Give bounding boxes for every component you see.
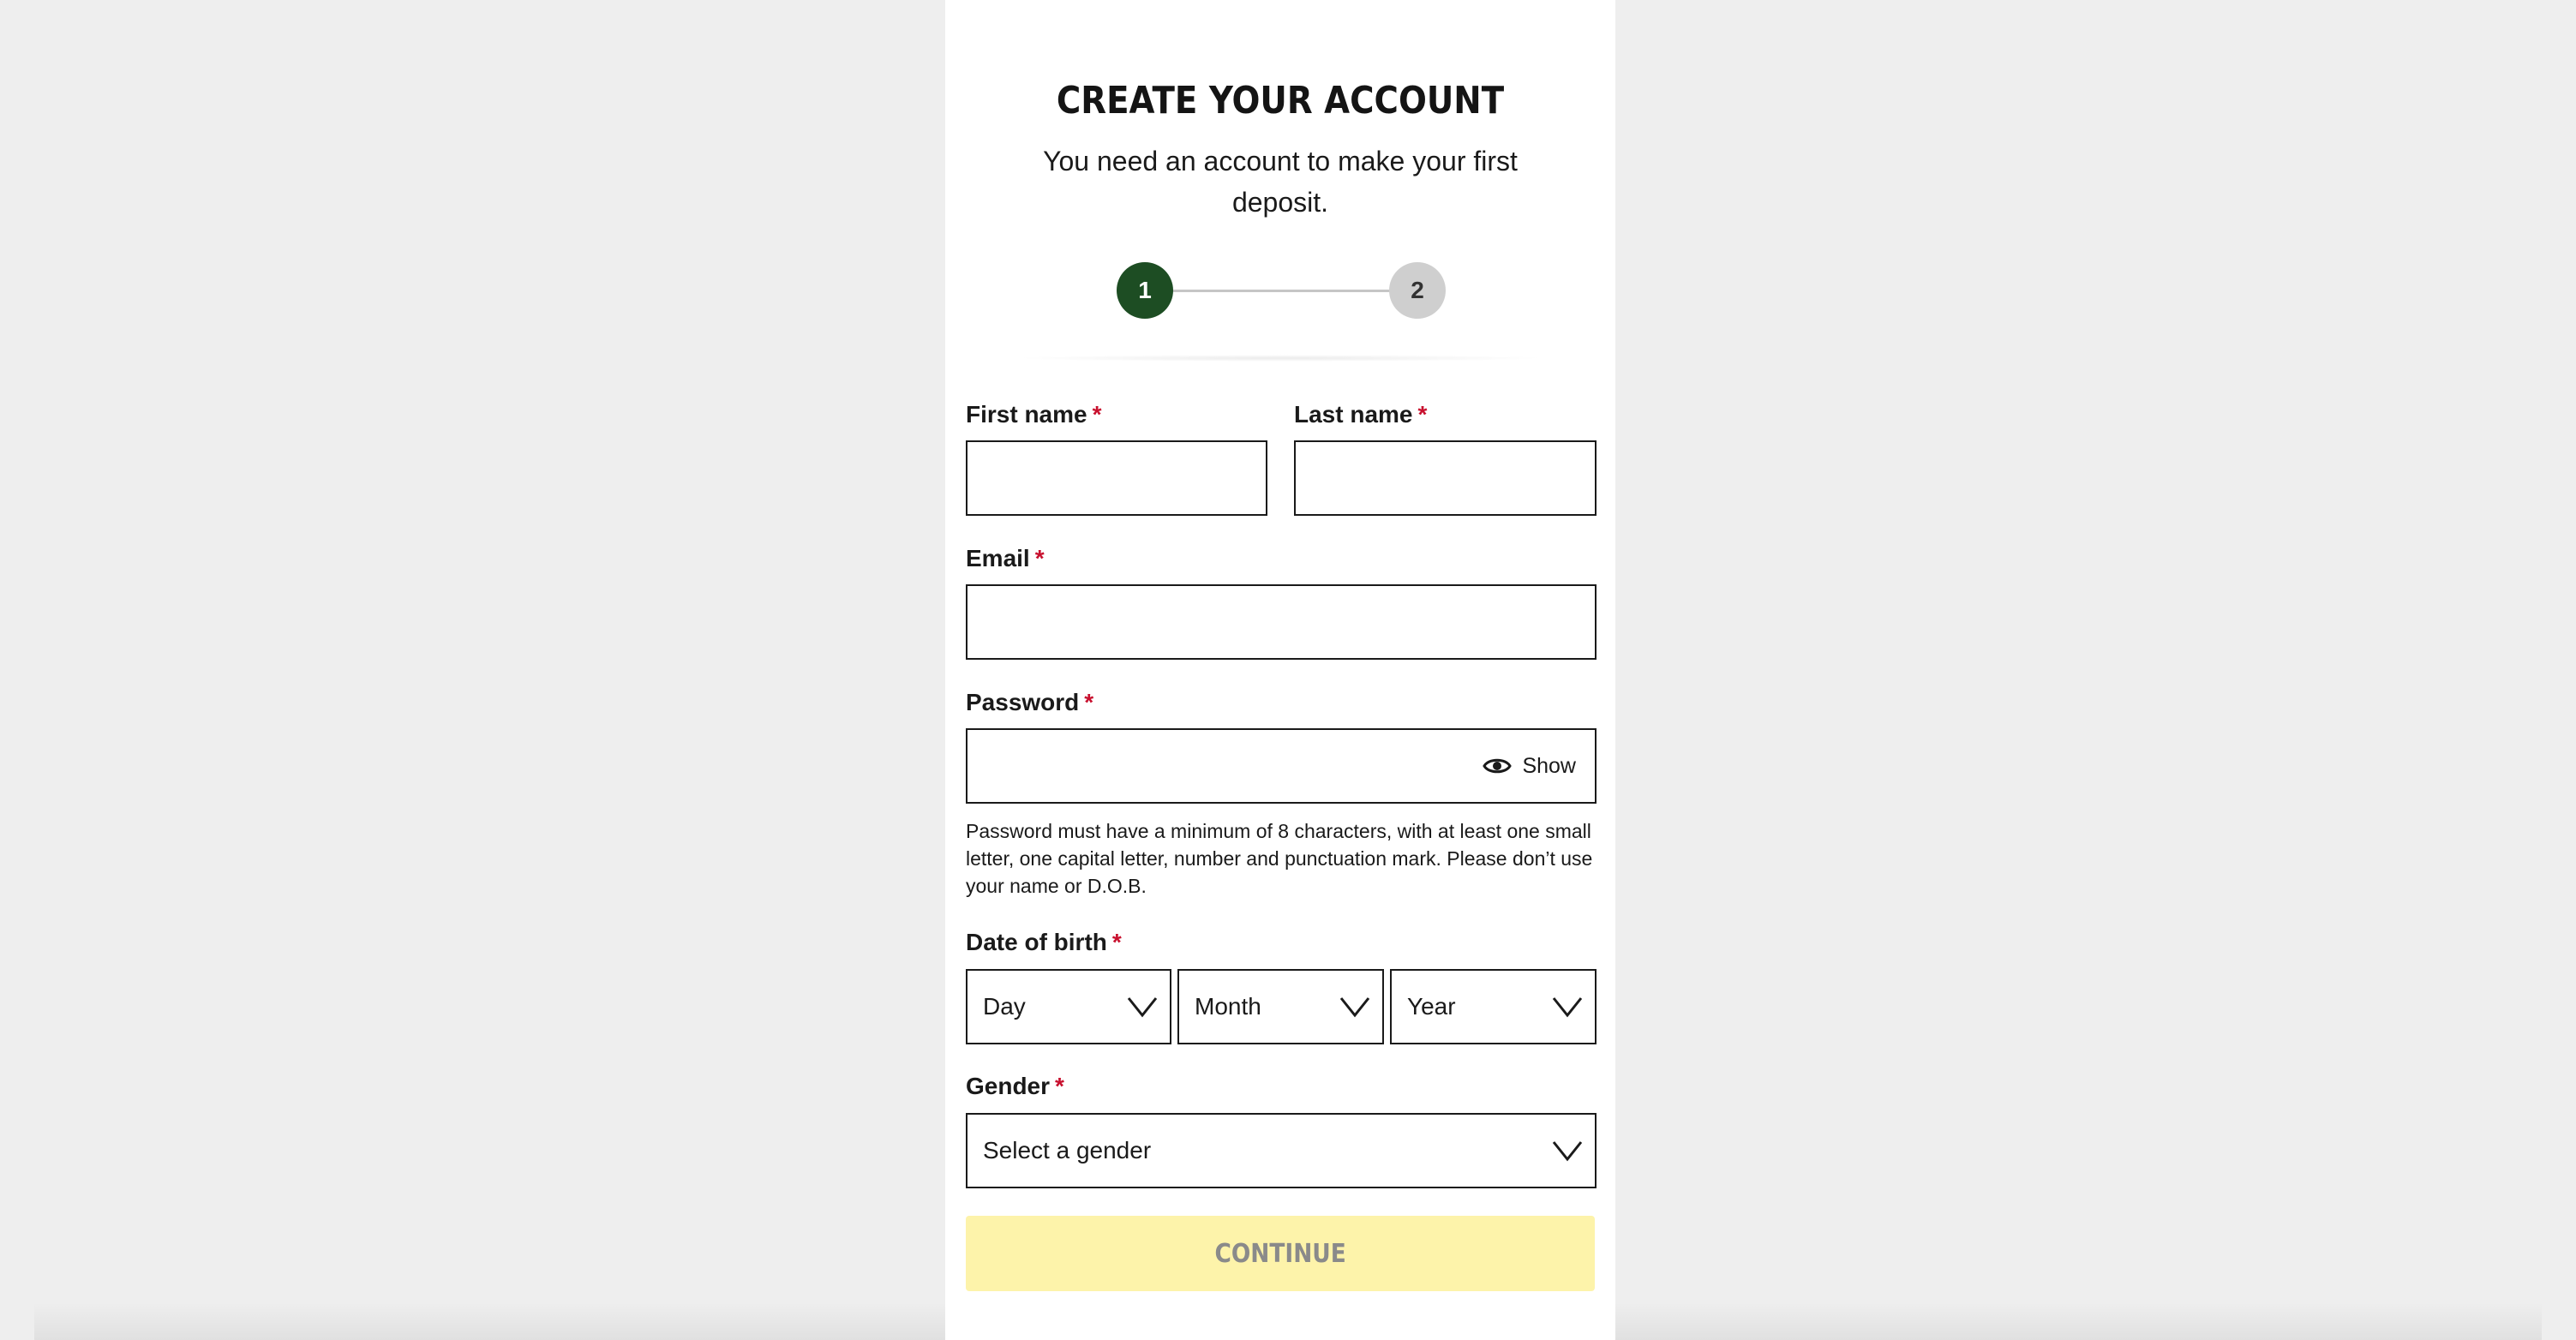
date-of-birth-label: Date of birth * [966, 929, 1122, 956]
email-input[interactable] [967, 586, 1595, 658]
header-divider [1014, 355, 1547, 362]
last-name-label-text: Last name [1294, 401, 1413, 428]
required-marker: * [1034, 545, 1045, 571]
month-select-value: Month [1195, 993, 1261, 1020]
password-hint: Password must have a minimum of 8 charac… [966, 820, 1593, 897]
first-name-field[interactable] [966, 440, 1267, 516]
first-name-label-text: First name [966, 401, 1087, 428]
month-select[interactable]: Month [1177, 969, 1384, 1044]
required-marker: * [1111, 929, 1122, 955]
last-name-field[interactable] [1294, 440, 1597, 516]
signup-panel: CREATE YOUR ACCOUNT You need an account … [945, 0, 1615, 1340]
stepper-line [1168, 290, 1394, 292]
chevron-down-icon [1552, 1141, 1583, 1162]
date-of-birth-label-text: Date of birth [966, 929, 1107, 955]
required-marker: * [1417, 401, 1428, 428]
email-field[interactable] [966, 584, 1597, 660]
chevron-down-icon [1127, 997, 1158, 1018]
page-subtitle: You need an account to make your first d… [1043, 146, 1518, 218]
progress-stepper: 1 2 [1117, 262, 1447, 319]
day-select-value: Day [983, 993, 1026, 1020]
gender-label: Gender * [966, 1073, 1064, 1100]
gender-select-value: Select a gender [983, 1137, 1152, 1164]
last-name-input[interactable] [1296, 442, 1595, 514]
page: CREATE YOUR ACCOUNT You need an account … [0, 0, 2576, 1340]
continue-button[interactable]: CONTINUE [966, 1216, 1595, 1291]
gender-select[interactable]: Select a gender [966, 1113, 1597, 1188]
show-password-label: Show [1522, 753, 1576, 778]
show-password-toggle[interactable]: Show [1483, 730, 1576, 802]
year-select-value: Year [1407, 993, 1456, 1020]
email-label-text: Email [966, 545, 1030, 571]
page-title: CREATE YOUR ACCOUNT [1056, 79, 1505, 123]
year-select[interactable]: Year [1390, 969, 1597, 1044]
gender-label-text: Gender [966, 1073, 1051, 1099]
email-label: Email * [966, 545, 1045, 572]
eye-icon [1483, 758, 1513, 774]
first-name-input[interactable] [967, 442, 1266, 514]
required-marker: * [1084, 689, 1094, 715]
day-select[interactable]: Day [966, 969, 1171, 1044]
first-name-label: First name * [966, 401, 1102, 428]
required-marker: * [1092, 401, 1102, 428]
last-name-label: Last name * [1294, 401, 1427, 428]
chevron-down-icon [1339, 997, 1370, 1018]
password-label-text: Password [966, 689, 1080, 715]
step-1-indicator: 1 [1117, 262, 1173, 319]
continue-button-label: CONTINUE [1214, 1238, 1346, 1269]
required-marker: * [1055, 1073, 1064, 1099]
chevron-down-icon [1552, 997, 1583, 1018]
password-label: Password * [966, 689, 1093, 716]
step-2-indicator: 2 [1389, 262, 1446, 319]
password-field[interactable]: Show [966, 728, 1597, 804]
